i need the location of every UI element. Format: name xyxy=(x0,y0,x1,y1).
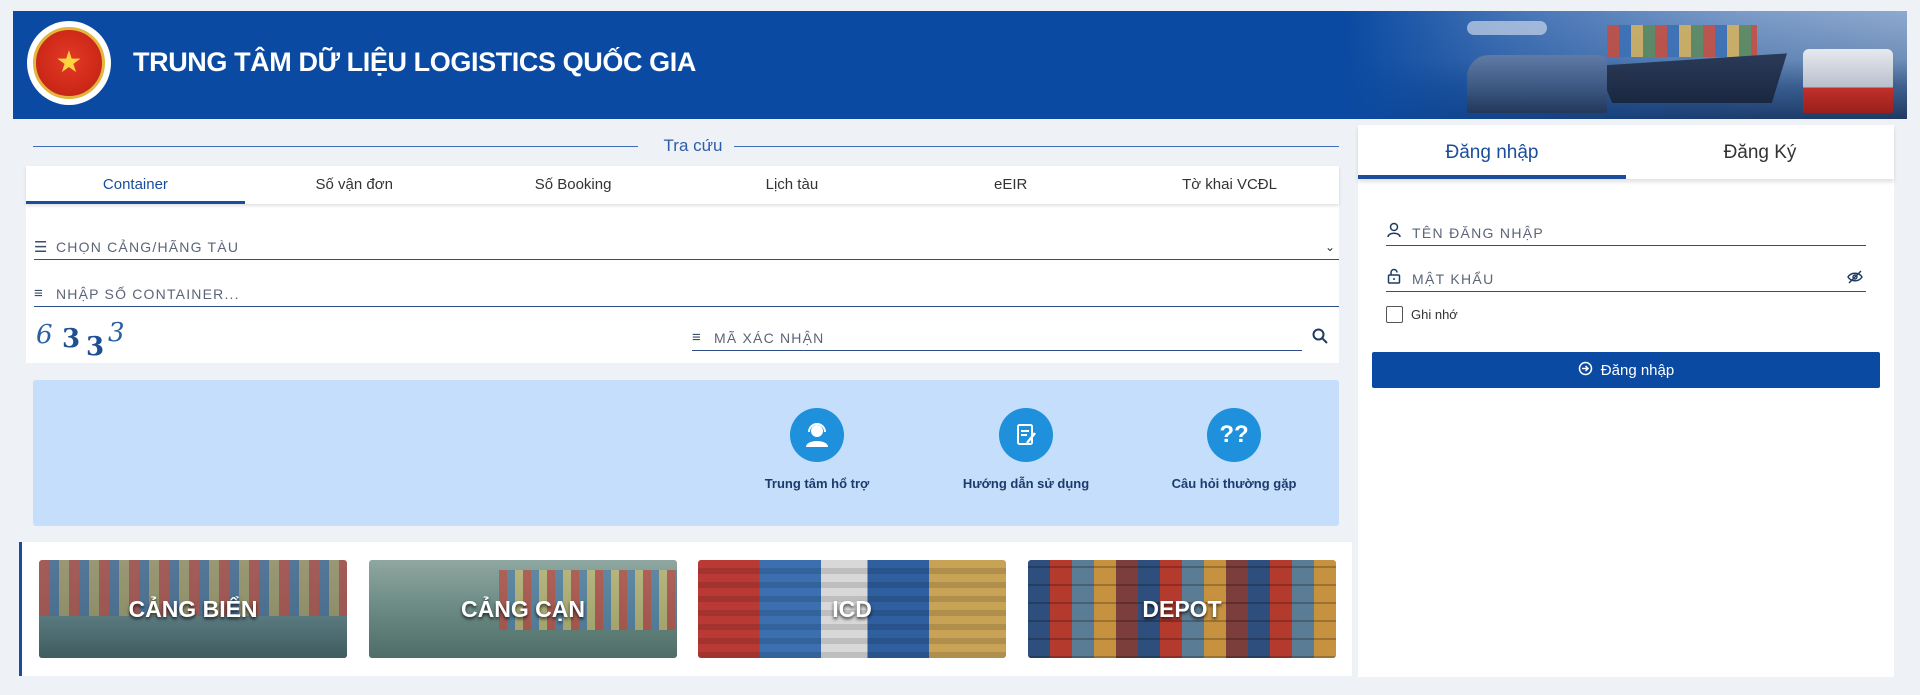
site-title: TRUNG TÂM DỮ LIỆU LOGISTICS QUỐC GIA xyxy=(133,47,696,77)
icd-card[interactable]: ICD xyxy=(698,560,1006,658)
container-number-placeholder: Nhập số container... xyxy=(56,285,240,302)
dry-port-card-label: CẢNG CẠN xyxy=(461,595,585,622)
seaport-card-label: CẢNG BIỂN xyxy=(128,595,258,622)
seaport-card[interactable]: CẢNG BIỂN xyxy=(39,560,347,658)
sign-in-icon xyxy=(1578,361,1593,380)
eye-off-icon[interactable] xyxy=(1844,270,1866,287)
depot-card[interactable]: DEPOT xyxy=(1028,560,1336,658)
tab-container[interactable]: Container xyxy=(26,166,245,204)
tab-customs-declaration[interactable]: Tờ khai VCĐL xyxy=(1120,166,1339,204)
support-agent-icon xyxy=(790,408,844,462)
captcha-char-2: 3 xyxy=(62,324,81,354)
tab-eeir[interactable]: eEIR xyxy=(901,166,1120,204)
captcha-char-4: 3 xyxy=(108,318,125,348)
chevron-down-icon[interactable]: ⌄ xyxy=(1321,240,1339,254)
auth-tabs: Đăng nhập Đăng Ký xyxy=(1358,125,1894,179)
text-lines-icon: ≡ xyxy=(692,329,701,346)
captcha-image: 6 3 3 3 xyxy=(36,318,156,362)
depot-card-label: DEPOT xyxy=(1142,595,1222,622)
header-logistics-banner-image xyxy=(1347,11,1907,119)
user-icon xyxy=(1386,222,1412,243)
lookup-tabs: Container Số vận đơn Số Booking Lịch tàu… xyxy=(26,166,1339,204)
banner-plane-shape xyxy=(1467,21,1547,35)
lookup-heading: Tra cứu xyxy=(33,136,1339,158)
port-carrier-placeholder: Chọn cảng/hãng tàu xyxy=(56,238,240,255)
help-panel: Trung tâm hổ trợ Hướng dẫn sử dụng ?? Câ… xyxy=(33,380,1339,526)
tab-login[interactable]: Đăng nhập xyxy=(1358,125,1626,179)
heading-divider-left xyxy=(33,146,638,147)
national-emblem-logo[interactable]: ★ xyxy=(27,21,111,105)
tab-register[interactable]: Đăng Ký xyxy=(1626,125,1894,179)
banner-containers-shape xyxy=(1607,25,1757,57)
icd-card-label: ICD xyxy=(832,595,872,622)
port-carrier-select[interactable]: ☰ Chọn cảng/hãng tàu ⌄ xyxy=(34,234,1339,260)
captcha-input[interactable]: ≡ Mã xác nhận xyxy=(692,325,1302,351)
guide-document-icon xyxy=(999,408,1053,462)
remember-me-checkbox[interactable] xyxy=(1386,306,1403,323)
emblem-star-icon: ★ xyxy=(33,27,105,99)
faq-question-icon: ?? xyxy=(1207,408,1261,462)
faq-label: Câu hỏi thường gặp xyxy=(1171,476,1297,491)
remember-me: Ghi nhớ xyxy=(1386,306,1458,323)
user-guide-label: Hướng dẫn sử dụng xyxy=(962,476,1090,491)
remember-me-label: Ghi nhớ xyxy=(1411,307,1458,322)
container-number-input[interactable]: ≡ Nhập số container... xyxy=(34,281,1339,307)
list-icon: ☰ xyxy=(34,238,48,256)
support-center-label: Trung tâm hổ trợ xyxy=(764,476,870,491)
username-field[interactable]: Tên đăng nhập xyxy=(1386,220,1866,246)
captcha-char-1: 6 xyxy=(36,320,53,350)
password-placeholder: Mật khẩu xyxy=(1412,270,1495,287)
login-submit-label: Đăng nhập xyxy=(1600,361,1675,379)
lock-icon xyxy=(1386,268,1412,289)
facility-category-strip: CẢNG BIỂN CẢNG CẠN ICD DEPOT xyxy=(19,542,1352,676)
faq-link[interactable]: ?? Câu hỏi thường gặp xyxy=(1134,408,1334,491)
tab-bill-of-lading[interactable]: Số vận đơn xyxy=(245,166,464,204)
captcha-char-3: 3 xyxy=(86,332,105,362)
login-submit-button[interactable]: Đăng nhập xyxy=(1372,352,1880,388)
tab-vessel-schedule[interactable]: Lịch tàu xyxy=(682,166,901,204)
banner-truck-shape xyxy=(1803,49,1893,113)
captcha-placeholder: Mã xác nhận xyxy=(714,329,825,346)
text-lines-icon: ≡ xyxy=(34,285,43,302)
tab-booking[interactable]: Số Booking xyxy=(464,166,683,204)
heading-divider-right xyxy=(734,146,1339,147)
username-placeholder: Tên đăng nhập xyxy=(1412,224,1545,241)
lookup-title: Tra cứu xyxy=(663,136,723,155)
support-center-link[interactable]: Trung tâm hổ trợ xyxy=(717,408,917,491)
site-header: ★ TRUNG TÂM DỮ LIỆU LOGISTICS QUỐC GIA xyxy=(13,11,1907,119)
login-panel: Đăng nhập Đăng Ký Tên đăng nhập Mật khẩu… xyxy=(1358,125,1894,677)
lookup-form: Container Số vận đơn Số Booking Lịch tàu… xyxy=(26,166,1339,363)
user-guide-link[interactable]: Hướng dẫn sử dụng xyxy=(926,408,1126,491)
dry-port-card[interactable]: CẢNG CẠN xyxy=(369,560,677,658)
search-icon[interactable] xyxy=(1312,328,1332,348)
banner-train-shape xyxy=(1467,55,1607,113)
password-field[interactable]: Mật khẩu xyxy=(1386,266,1866,292)
